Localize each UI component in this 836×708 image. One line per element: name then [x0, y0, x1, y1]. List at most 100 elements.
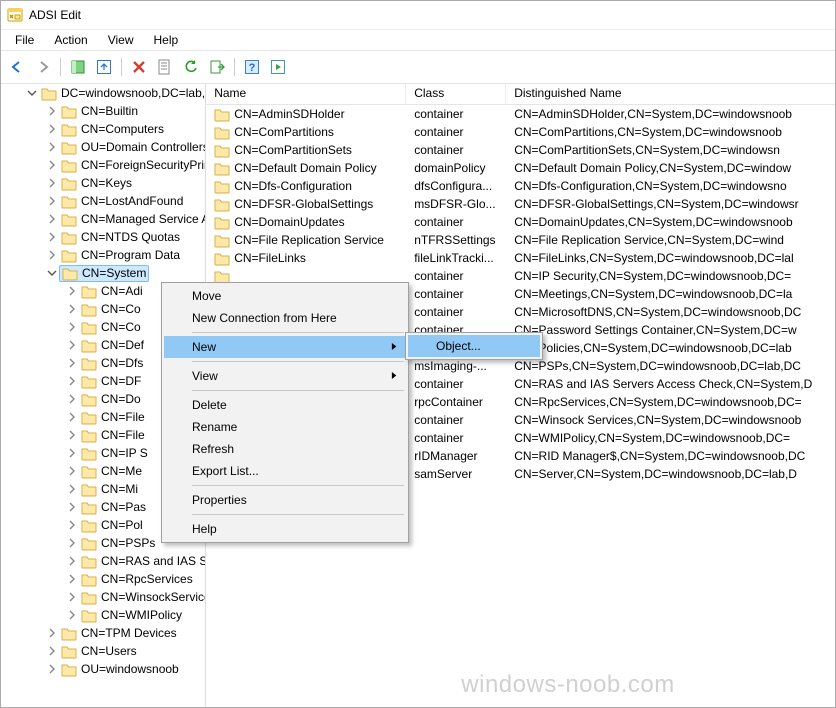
expand-icon[interactable]: [45, 644, 59, 658]
context-menu-item[interactable]: Object...: [408, 335, 540, 357]
properties-button[interactable]: [153, 55, 177, 79]
expand-icon[interactable]: [65, 572, 79, 586]
menu-item-label: View: [192, 369, 218, 383]
list-row[interactable]: CN=File Replication ServicenTFRSSettings…: [206, 231, 835, 249]
expand-icon[interactable]: [25, 86, 39, 100]
expand-icon[interactable]: [65, 536, 79, 550]
expand-icon[interactable]: [45, 104, 59, 118]
context-menu-item[interactable]: New Connection from Here: [164, 307, 406, 329]
delete-button[interactable]: [127, 55, 151, 79]
nav-forward-button[interactable]: [31, 55, 55, 79]
tree-item-label: OU=Domain Controllers: [81, 140, 206, 154]
expand-icon[interactable]: [45, 158, 59, 172]
export-list-button[interactable]: [205, 55, 229, 79]
expand-icon[interactable]: [45, 194, 59, 208]
list-row[interactable]: CN=FileLinksfileLinkTracki...CN=FileLink…: [206, 249, 835, 267]
expand-icon[interactable]: [45, 122, 59, 136]
expand-icon[interactable]: [45, 266, 59, 280]
expand-icon[interactable]: [65, 446, 79, 460]
tree-item-label: CN=Dfs: [101, 356, 143, 370]
expand-icon[interactable]: [65, 464, 79, 478]
column-header-name[interactable]: Name: [206, 84, 406, 104]
context-menu-item[interactable]: Delete: [164, 394, 406, 416]
column-header-class[interactable]: Class: [406, 84, 506, 104]
up-one-level-button[interactable]: [92, 55, 116, 79]
context-menu-item[interactable]: Help: [164, 518, 406, 540]
list-row[interactable]: CN=ComPartitionSetscontainerCN=ComPartit…: [206, 141, 835, 159]
expand-icon[interactable]: [45, 248, 59, 262]
list-row[interactable]: CN=Default Domain PolicydomainPolicyCN=D…: [206, 159, 835, 177]
cell-class: container: [406, 305, 506, 319]
expand-icon[interactable]: [65, 500, 79, 514]
toolbar-separator: [60, 58, 61, 76]
cell-dn: CN=RID Manager$,CN=System,DC=windowsnoob…: [506, 449, 835, 463]
cell-name: CN=Default Domain Policy: [234, 161, 376, 175]
menu-help[interactable]: Help: [144, 31, 189, 49]
context-menu-item[interactable]: Refresh: [164, 438, 406, 460]
show-hide-tree-button[interactable]: [66, 55, 90, 79]
expand-icon[interactable]: [45, 662, 59, 676]
tree-item[interactable]: CN=WinsockServices: [1, 588, 206, 606]
cell-dn: CN=ComPartitions,CN=System,DC=windowsnoo…: [506, 125, 835, 139]
tree-item[interactable]: CN=RpcServices: [1, 570, 206, 588]
tree-item[interactable]: OU=Domain Controllers: [1, 138, 206, 156]
expand-icon[interactable]: [45, 626, 59, 640]
list-row[interactable]: CN=AdminSDHoldercontainerCN=AdminSDHolde…: [206, 105, 835, 123]
tree-item[interactable]: CN=Computers: [1, 120, 206, 138]
tree-item[interactable]: CN=ForeignSecurityPrincipals: [1, 156, 206, 174]
tree-item[interactable]: CN=TPM Devices: [1, 624, 206, 642]
tree-item[interactable]: CN=System: [1, 264, 206, 282]
expand-icon[interactable]: [65, 410, 79, 424]
tree-item[interactable]: CN=Users: [1, 642, 206, 660]
context-menu-item[interactable]: Properties: [164, 489, 406, 511]
expand-icon[interactable]: [45, 230, 59, 244]
tree-item-label: CN=DF: [101, 374, 141, 388]
expand-icon[interactable]: [65, 608, 79, 622]
menu-file[interactable]: File: [5, 31, 44, 49]
tree-item[interactable]: CN=LostAndFound: [1, 192, 206, 210]
expand-icon[interactable]: [65, 482, 79, 496]
expand-icon[interactable]: [65, 554, 79, 568]
tree-item[interactable]: CN=NTDS Quotas: [1, 228, 206, 246]
context-menu-item[interactable]: New: [164, 336, 406, 358]
expand-icon[interactable]: [65, 428, 79, 442]
cell-dn: CN=Dfs-Configuration,CN=System,DC=window…: [506, 179, 835, 193]
expand-icon[interactable]: [65, 374, 79, 388]
tree-item[interactable]: CN=WMIPolicy: [1, 606, 206, 624]
expand-icon[interactable]: [65, 338, 79, 352]
tree-item[interactable]: CN=RAS and IAS Servers Acc: [1, 552, 206, 570]
expand-icon[interactable]: [45, 176, 59, 190]
menu-item-label: Rename: [192, 420, 237, 434]
help-button[interactable]: ?: [240, 55, 264, 79]
tree-item[interactable]: DC=windowsnoob,DC=lab,DC=loca: [1, 84, 206, 102]
tree-item[interactable]: OU=windowsnoob: [1, 660, 206, 678]
nav-back-button[interactable]: [5, 55, 29, 79]
expand-icon[interactable]: [65, 518, 79, 532]
context-menu-item[interactable]: Export List...: [164, 460, 406, 482]
context-menu-item[interactable]: Rename: [164, 416, 406, 438]
expand-icon[interactable]: [45, 212, 59, 226]
refresh-button[interactable]: [179, 55, 203, 79]
tree-item[interactable]: CN=Keys: [1, 174, 206, 192]
menu-view[interactable]: View: [98, 31, 144, 49]
tree-item[interactable]: CN=Program Data: [1, 246, 206, 264]
list-row[interactable]: CN=Dfs-ConfigurationdfsConfigura...CN=Df…: [206, 177, 835, 195]
tree-item[interactable]: CN=Builtin: [1, 102, 206, 120]
context-menu-item[interactable]: Move: [164, 285, 406, 307]
expand-icon[interactable]: [65, 320, 79, 334]
list-row[interactable]: CN=DFSR-GlobalSettingsmsDFSR-Glo...CN=DF…: [206, 195, 835, 213]
menu-action[interactable]: Action: [44, 31, 97, 49]
list-row[interactable]: CN=DomainUpdatescontainerCN=DomainUpdate…: [206, 213, 835, 231]
expand-icon[interactable]: [65, 284, 79, 298]
expand-icon[interactable]: [65, 590, 79, 604]
cell-dn: CN=IP Security,CN=System,DC=windowsnoob,…: [506, 269, 835, 283]
expand-icon[interactable]: [45, 140, 59, 154]
column-header-dn[interactable]: Distinguished Name: [506, 84, 835, 104]
list-row[interactable]: CN=ComPartitionscontainerCN=ComPartition…: [206, 123, 835, 141]
context-menu-item[interactable]: View: [164, 365, 406, 387]
expand-icon[interactable]: [65, 302, 79, 316]
expand-icon[interactable]: [65, 356, 79, 370]
action-button[interactable]: [266, 55, 290, 79]
expand-icon[interactable]: [65, 392, 79, 406]
tree-item[interactable]: CN=Managed Service Accounts: [1, 210, 206, 228]
